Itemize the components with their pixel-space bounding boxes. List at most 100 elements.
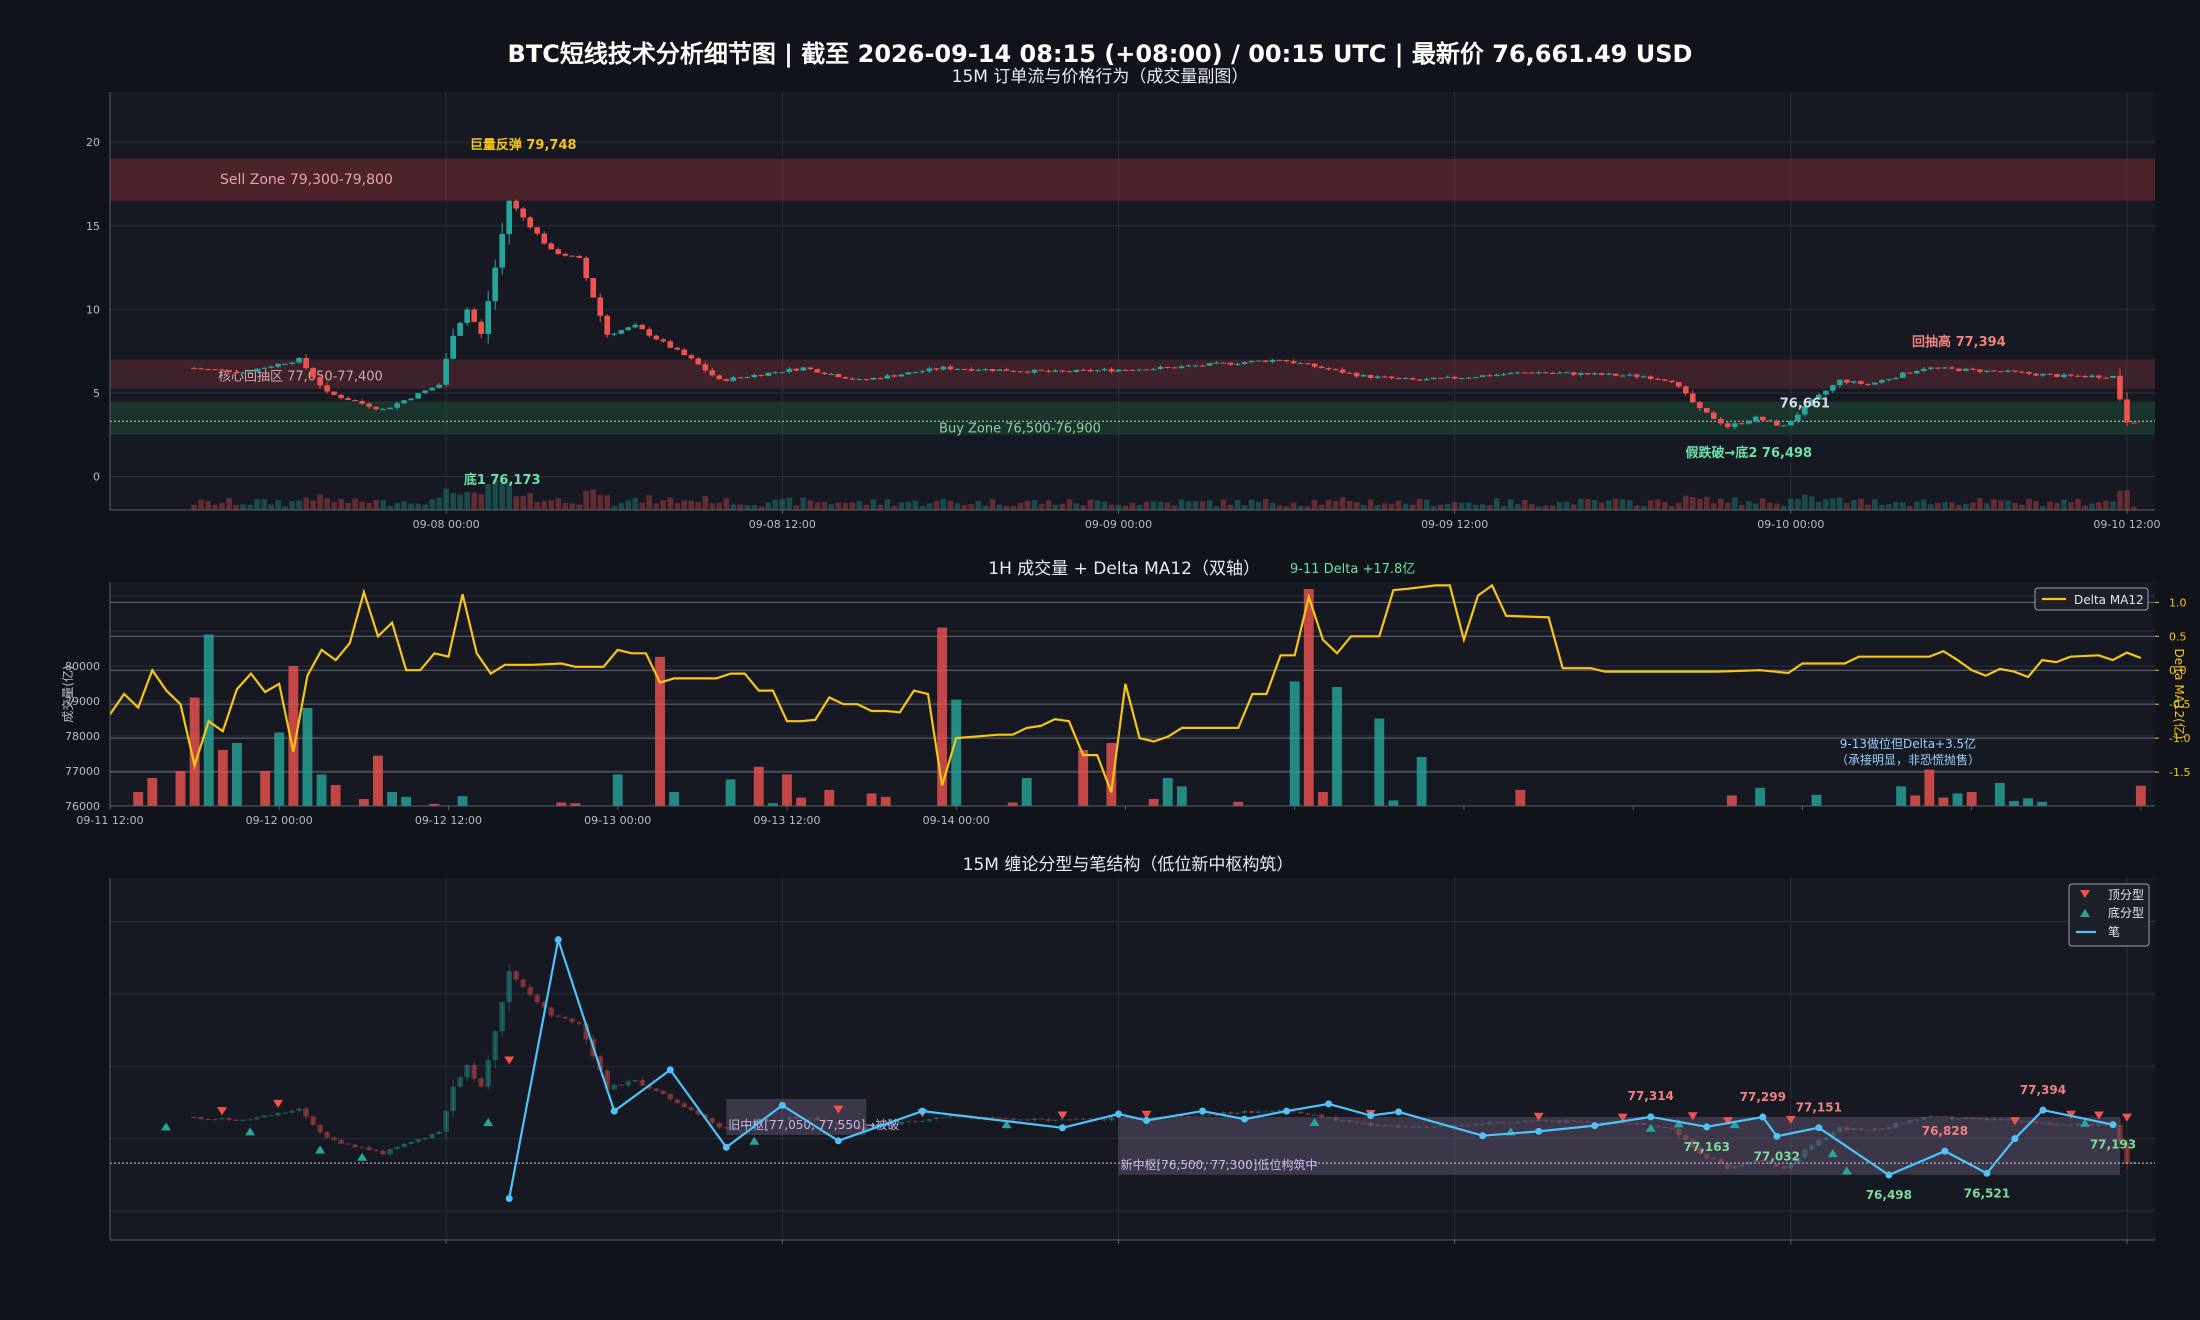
p1-x-tick-label: 09-09 12:00	[1421, 518, 1488, 531]
p1-volume-bar	[1668, 506, 1675, 510]
p1-candle-body	[2075, 375, 2081, 377]
p1-candle-body	[2054, 374, 2060, 378]
p3-plot-area	[110, 878, 2155, 1240]
p1-candle-body	[1753, 416, 1759, 422]
p3-bi-vertex	[1759, 1113, 1767, 1121]
p1-candle-body	[1087, 369, 1094, 372]
p1-volume-bar	[1325, 500, 1332, 510]
chart-root: 0 5 10 15 20 09-08 00:00 09-08 12:00 09-09 00:0…	[60, 67, 2190, 1244]
p2-volume-bar	[2135, 785, 2146, 806]
p1-volume-bar	[1963, 503, 1969, 510]
p1-candle-body	[240, 372, 246, 374]
p3-bi-vertex	[1325, 1100, 1333, 1108]
p1-candle-body	[275, 363, 281, 367]
p2-volume-bar	[1374, 718, 1385, 806]
p1-volume-bar	[1080, 505, 1087, 510]
p2-volume-bar	[358, 799, 369, 806]
p3-point-label: 76,498	[1866, 1188, 1912, 1202]
p2-volume-bar	[556, 802, 567, 806]
p1-candle-body	[758, 374, 765, 376]
p1-volume-bar	[541, 500, 548, 510]
p1-candle-body	[1038, 369, 1045, 371]
p1-candle-body	[2061, 374, 2067, 378]
p1-candle-body	[2110, 375, 2116, 378]
p1-volume-bar	[1465, 502, 1472, 510]
p1-candle-body	[1045, 370, 1052, 372]
p1-candle-body	[940, 366, 947, 370]
p3-candle-body	[1234, 1112, 1241, 1114]
p1-volume-bar	[856, 500, 863, 510]
p1-candle-body	[681, 349, 688, 356]
p1-volume-bar	[1003, 505, 1010, 510]
p1-candle-body	[674, 347, 681, 350]
p1-candle-body	[1668, 380, 1675, 383]
p1-volume-bar	[548, 500, 555, 510]
p2-volume-bar	[1388, 800, 1399, 806]
p1-annotation: 巨量反弹 79,748	[470, 137, 577, 153]
p2-volume-bar	[753, 766, 764, 806]
p3-bi-vertex	[1535, 1127, 1543, 1135]
p1-candle-body	[590, 278, 597, 298]
p1-candle-body	[2103, 377, 2109, 379]
p1-candle-body	[541, 233, 548, 244]
p1-volume-bar	[1220, 499, 1227, 510]
p2-volume-bar	[2037, 801, 2048, 806]
p2-volume-bar	[1289, 681, 1300, 806]
p1-candle-body	[1528, 372, 1535, 374]
p1-candle-body	[345, 398, 351, 401]
p1-volume-bar	[569, 503, 576, 510]
p1-volume-bar	[1682, 495, 1689, 510]
p3-bi-vertex	[834, 1137, 842, 1145]
p3-candle-body	[443, 1111, 449, 1132]
p1-volume-bar	[254, 499, 260, 510]
p2-annotation-line: 9-13做位但Delta+3.5亿	[1840, 736, 1976, 751]
p3-bi-vertex	[1885, 1171, 1893, 1179]
p1-volume-bar	[1977, 498, 1983, 510]
p1-volume-bar	[1591, 499, 1598, 510]
p3-bi-vertex	[1199, 1107, 1207, 1115]
p1-candle-body	[1472, 377, 1479, 379]
p2-volume-bar	[1755, 787, 1766, 806]
p3-candle-body	[1185, 1115, 1192, 1117]
p3-candle-body	[947, 1116, 954, 1118]
p2-volume-bar	[1966, 792, 1977, 806]
p1-candle-body	[583, 257, 590, 279]
p1-candle-body	[1115, 369, 1122, 372]
p1-candle-body	[1661, 379, 1668, 381]
p1-candle-body	[660, 339, 667, 342]
p1-volume-bar	[247, 504, 253, 510]
p1-candle-body	[1984, 370, 1990, 372]
p1-volume-bar	[1486, 505, 1493, 510]
p3-candle-body	[429, 1133, 435, 1139]
p2-volume-bar	[2023, 798, 2034, 806]
p1-candle-body	[1717, 418, 1724, 424]
p1-candle-body	[1143, 369, 1150, 371]
p1-candle-body	[1276, 359, 1283, 361]
p1-volume-bar	[268, 504, 274, 510]
p1-volume-bar	[674, 503, 681, 510]
p3-candle-body	[1269, 1111, 1276, 1113]
p1-zone	[110, 158, 2155, 201]
p3-point-label: 77,163	[1684, 1140, 1730, 1154]
p2-ylabel: 成交量(亿)	[60, 665, 75, 722]
p1-candle-body	[205, 369, 211, 371]
p1-volume-bar	[534, 501, 541, 510]
p2-y-tick-label: 76000	[65, 800, 100, 813]
p1-candle-body	[1374, 376, 1381, 378]
p1-candle-body	[1956, 368, 1962, 372]
p2-volume-bar	[1952, 793, 1963, 806]
p1-volume-bar	[604, 495, 611, 510]
p1-candle-body	[1942, 367, 1948, 369]
p1-volume-bar	[331, 502, 337, 510]
p2-volume-bar	[1332, 687, 1342, 806]
p1-volume-bar	[415, 503, 421, 510]
p3-candle-body	[576, 1022, 583, 1024]
p1-candle-body	[499, 233, 505, 268]
p3-candle-body	[471, 1064, 477, 1079]
p1-volume-bar	[863, 504, 870, 510]
p1-volume-bar	[1661, 502, 1668, 510]
p1-volume-bar	[450, 492, 456, 510]
p3-candle-body	[415, 1139, 421, 1142]
p1-candle-body	[1248, 360, 1255, 363]
p1-volume-bar	[1886, 504, 1892, 510]
